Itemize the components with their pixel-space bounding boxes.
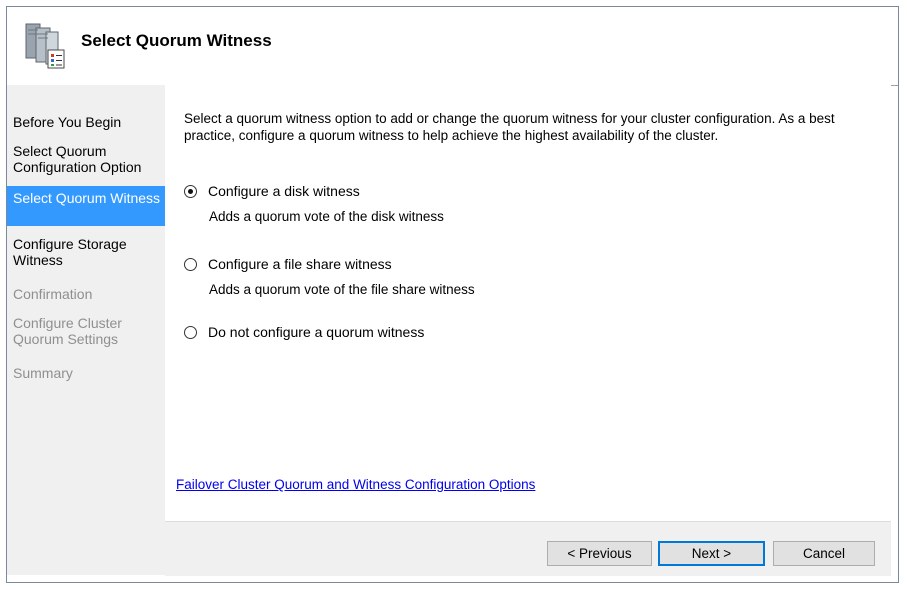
option-disk-witness[interactable]: Configure a disk witness	[184, 183, 360, 199]
previous-button[interactable]: < Previous	[547, 541, 652, 566]
sidebar-item-confirmation: Confirmation	[13, 286, 93, 302]
sidebar-item-configure-cluster-quorum-settings: Configure Cluster Quorum Settings	[13, 315, 122, 347]
next-button[interactable]: Next >	[658, 541, 765, 566]
option-no-witness[interactable]: Do not configure a quorum witness	[184, 324, 424, 340]
option-disk-witness-description: Adds a quorum vote of the disk witness	[209, 209, 444, 224]
radio-disk-witness[interactable]	[184, 184, 197, 198]
option-file-share-witness-label[interactable]: Configure a file share witness	[208, 256, 392, 272]
intro-text: Select a quorum witness option to add or…	[184, 111, 835, 143]
radio-no-witness[interactable]	[184, 325, 197, 339]
main-content-panel	[165, 85, 891, 521]
sidebar-item-configure-storage-witness[interactable]: Configure Storage Witness	[7, 236, 165, 268]
sidebar-item-select-quorum-configuration-option[interactable]: Select Quorum Configuration Option	[7, 143, 165, 175]
option-file-share-witness[interactable]: Configure a file share witness	[184, 256, 392, 272]
sidebar-item-select-quorum-witness[interactable]: Select Quorum Witness	[7, 186, 165, 226]
cluster-server-icon	[18, 20, 70, 72]
sidebar-item-summary: Summary	[13, 365, 73, 381]
help-link[interactable]: Failover Cluster Quorum and Witness Conf…	[176, 477, 535, 492]
cancel-button[interactable]: Cancel	[773, 541, 875, 566]
wizard-steps-sidebar: Before You Begin Select Quorum Configura…	[7, 85, 165, 575]
page-title: Select Quorum Witness	[81, 31, 272, 50]
sidebar-item-before-you-begin[interactable]: Before You Begin	[7, 114, 165, 130]
option-disk-witness-label[interactable]: Configure a disk witness	[208, 183, 360, 199]
option-file-share-witness-description: Adds a quorum vote of the file share wit…	[209, 282, 475, 297]
wizard-header: Select Quorum Witness	[7, 7, 898, 86]
radio-file-share-witness[interactable]	[184, 257, 197, 271]
option-no-witness-label[interactable]: Do not configure a quorum witness	[208, 324, 424, 340]
